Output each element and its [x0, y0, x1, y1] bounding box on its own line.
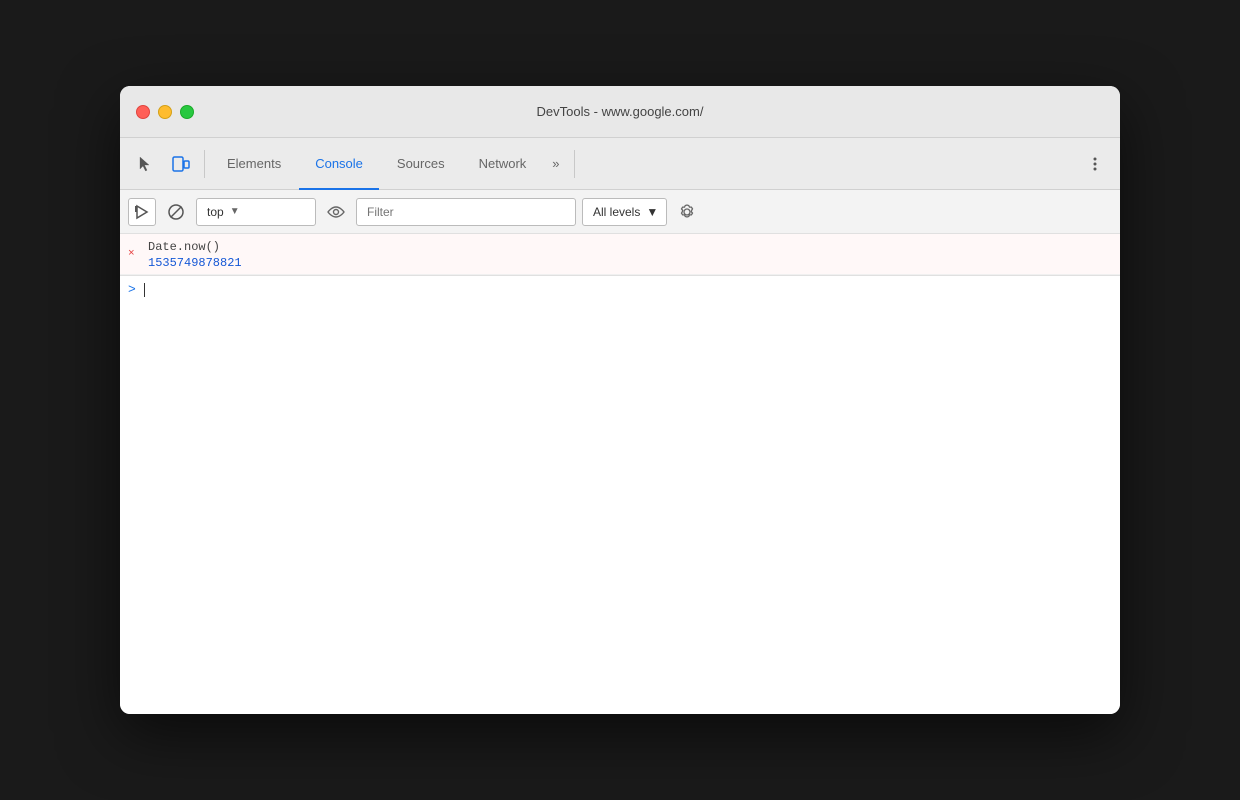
window-title: DevTools - www.google.com/ — [537, 104, 704, 119]
run-icon — [134, 204, 150, 220]
context-selector[interactable]: top ▼ — [196, 198, 316, 226]
device-icon — [171, 154, 191, 174]
filter-input[interactable] — [356, 198, 576, 226]
execute-context-button[interactable] — [128, 198, 156, 226]
console-input-row[interactable]: > — [120, 275, 1120, 303]
gear-icon — [678, 203, 696, 221]
console-cursor — [144, 283, 145, 297]
tab-sources[interactable]: Sources — [381, 138, 461, 190]
eye-icon — [326, 204, 346, 220]
settings-button[interactable] — [673, 198, 701, 226]
log-levels-selector[interactable]: All levels ▼ — [582, 198, 667, 226]
context-arrow-icon: ▼ — [230, 206, 240, 217]
minimize-button[interactable] — [158, 105, 172, 119]
error-icon: × — [128, 248, 135, 260]
levels-arrow-icon: ▼ — [646, 205, 658, 219]
live-expression-button[interactable] — [322, 198, 350, 226]
tab-elements[interactable]: Elements — [211, 138, 297, 190]
close-button[interactable] — [136, 105, 150, 119]
device-toggle-button[interactable] — [164, 147, 198, 181]
toolbar-separator — [204, 150, 205, 178]
title-bar: DevTools - www.google.com/ — [120, 86, 1120, 138]
console-toolbar: top ▼ All levels ▼ — [120, 190, 1120, 234]
tab-more[interactable]: » — [544, 138, 567, 190]
devtools-window: DevTools - www.google.com/ Elements Cons… — [120, 86, 1120, 714]
toolbar-separator-2 — [574, 150, 575, 178]
more-options-button[interactable] — [1078, 147, 1112, 181]
cursor-icon — [136, 155, 154, 173]
clear-console-button[interactable] — [162, 198, 190, 226]
inspect-element-button[interactable] — [128, 147, 162, 181]
maximize-button[interactable] — [180, 105, 194, 119]
console-prompt: > — [128, 282, 136, 297]
console-entry: × Date.now() 1535749878821 — [120, 234, 1120, 275]
three-dots-icon — [1086, 155, 1104, 173]
tab-network[interactable]: Network — [463, 138, 543, 190]
tab-console[interactable]: Console — [299, 138, 379, 190]
console-command-text: Date.now() — [148, 238, 1112, 256]
main-toolbar: Elements Console Sources Network » — [120, 138, 1120, 190]
console-content: × Date.now() 1535749878821 > — [120, 234, 1120, 714]
traffic-lights — [136, 105, 194, 119]
block-icon — [167, 203, 185, 221]
console-result-text: 1535749878821 — [148, 256, 1112, 270]
